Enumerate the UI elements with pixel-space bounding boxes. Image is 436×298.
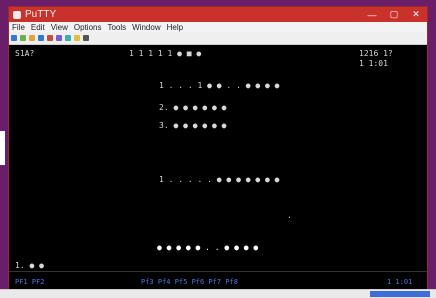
menu-option-2: 2. ● ● ● ● ● ●: [159, 103, 227, 112]
menu-option-4: 1 . . . . . ● ● ● ● ● ● ●: [159, 175, 280, 184]
save-icon[interactable]: [28, 35, 35, 41]
window-title: PuTTY: [25, 9, 57, 20]
new-icon[interactable]: [10, 35, 17, 41]
status-left[interactable]: PF1 PF2: [15, 278, 45, 286]
terminal-top-left: S1A?: [15, 49, 35, 58]
menu-window[interactable]: Window: [132, 23, 160, 32]
status-right: 1 1:01: [387, 278, 413, 286]
title-bar[interactable]: PuTTY — ▢ ✕: [9, 7, 427, 22]
system-tray[interactable]: [370, 291, 430, 297]
open-icon[interactable]: [19, 35, 26, 41]
toolbar: [9, 32, 427, 45]
menu-edit[interactable]: Edit: [31, 23, 45, 32]
background-window-edge: [0, 131, 5, 165]
cursor-dot: .: [287, 211, 292, 220]
terminal-screen[interactable]: S1A? 1 1 1 1 1 ● ■ ● 1216 1? 1 1:01 1 . …: [9, 45, 427, 271]
window-controls: — ▢ ✕: [361, 7, 427, 22]
menu-help[interactable]: Help: [167, 23, 183, 32]
terminal-bottom-left: 1. ● ●: [15, 261, 44, 270]
close-button[interactable]: ✕: [405, 7, 427, 22]
print-icon[interactable]: [55, 35, 62, 41]
prompt-line: ● ● ● ● ● . . ● ● ● ●: [157, 243, 259, 252]
menu-option-3: 3. ● ● ● ● ● ●: [159, 121, 227, 130]
menu-file[interactable]: File: [12, 23, 25, 32]
menu-tools[interactable]: Tools: [107, 23, 126, 32]
find-icon[interactable]: [64, 35, 71, 41]
settings-icon[interactable]: [73, 35, 80, 41]
menu-view[interactable]: View: [51, 23, 68, 32]
paste-icon[interactable]: [46, 35, 53, 41]
menu-option-1: 1 . . . 1 ● ● . . ● ● ● ●: [159, 81, 280, 90]
terminal-header: 1 1 1 1 1 ● ■ ●: [129, 49, 202, 58]
status-function-keys[interactable]: Pf3 Pf4 Pf5 Pf6 Pf7 Pf8: [141, 278, 238, 286]
app-icon: [13, 10, 21, 19]
minimize-button[interactable]: —: [361, 7, 383, 22]
copy-icon[interactable]: [37, 35, 44, 41]
menu-bar: File Edit View Options Tools Window Help: [9, 22, 427, 32]
status-bar: PF1 PF2 Pf3 Pf4 Pf5 Pf6 Pf7 Pf8 1 1:01: [9, 271, 427, 291]
maximize-button[interactable]: ▢: [383, 7, 405, 22]
terminal-top-right-2: 1 1:01: [359, 59, 388, 68]
terminal-window: PuTTY — ▢ ✕ File Edit View Options Tools…: [8, 6, 428, 291]
desktop-background-right: [428, 0, 436, 297]
menu-options[interactable]: Options: [74, 23, 102, 32]
terminal-top-right-1: 1216 1?: [359, 49, 393, 58]
help-icon[interactable]: [82, 35, 89, 41]
